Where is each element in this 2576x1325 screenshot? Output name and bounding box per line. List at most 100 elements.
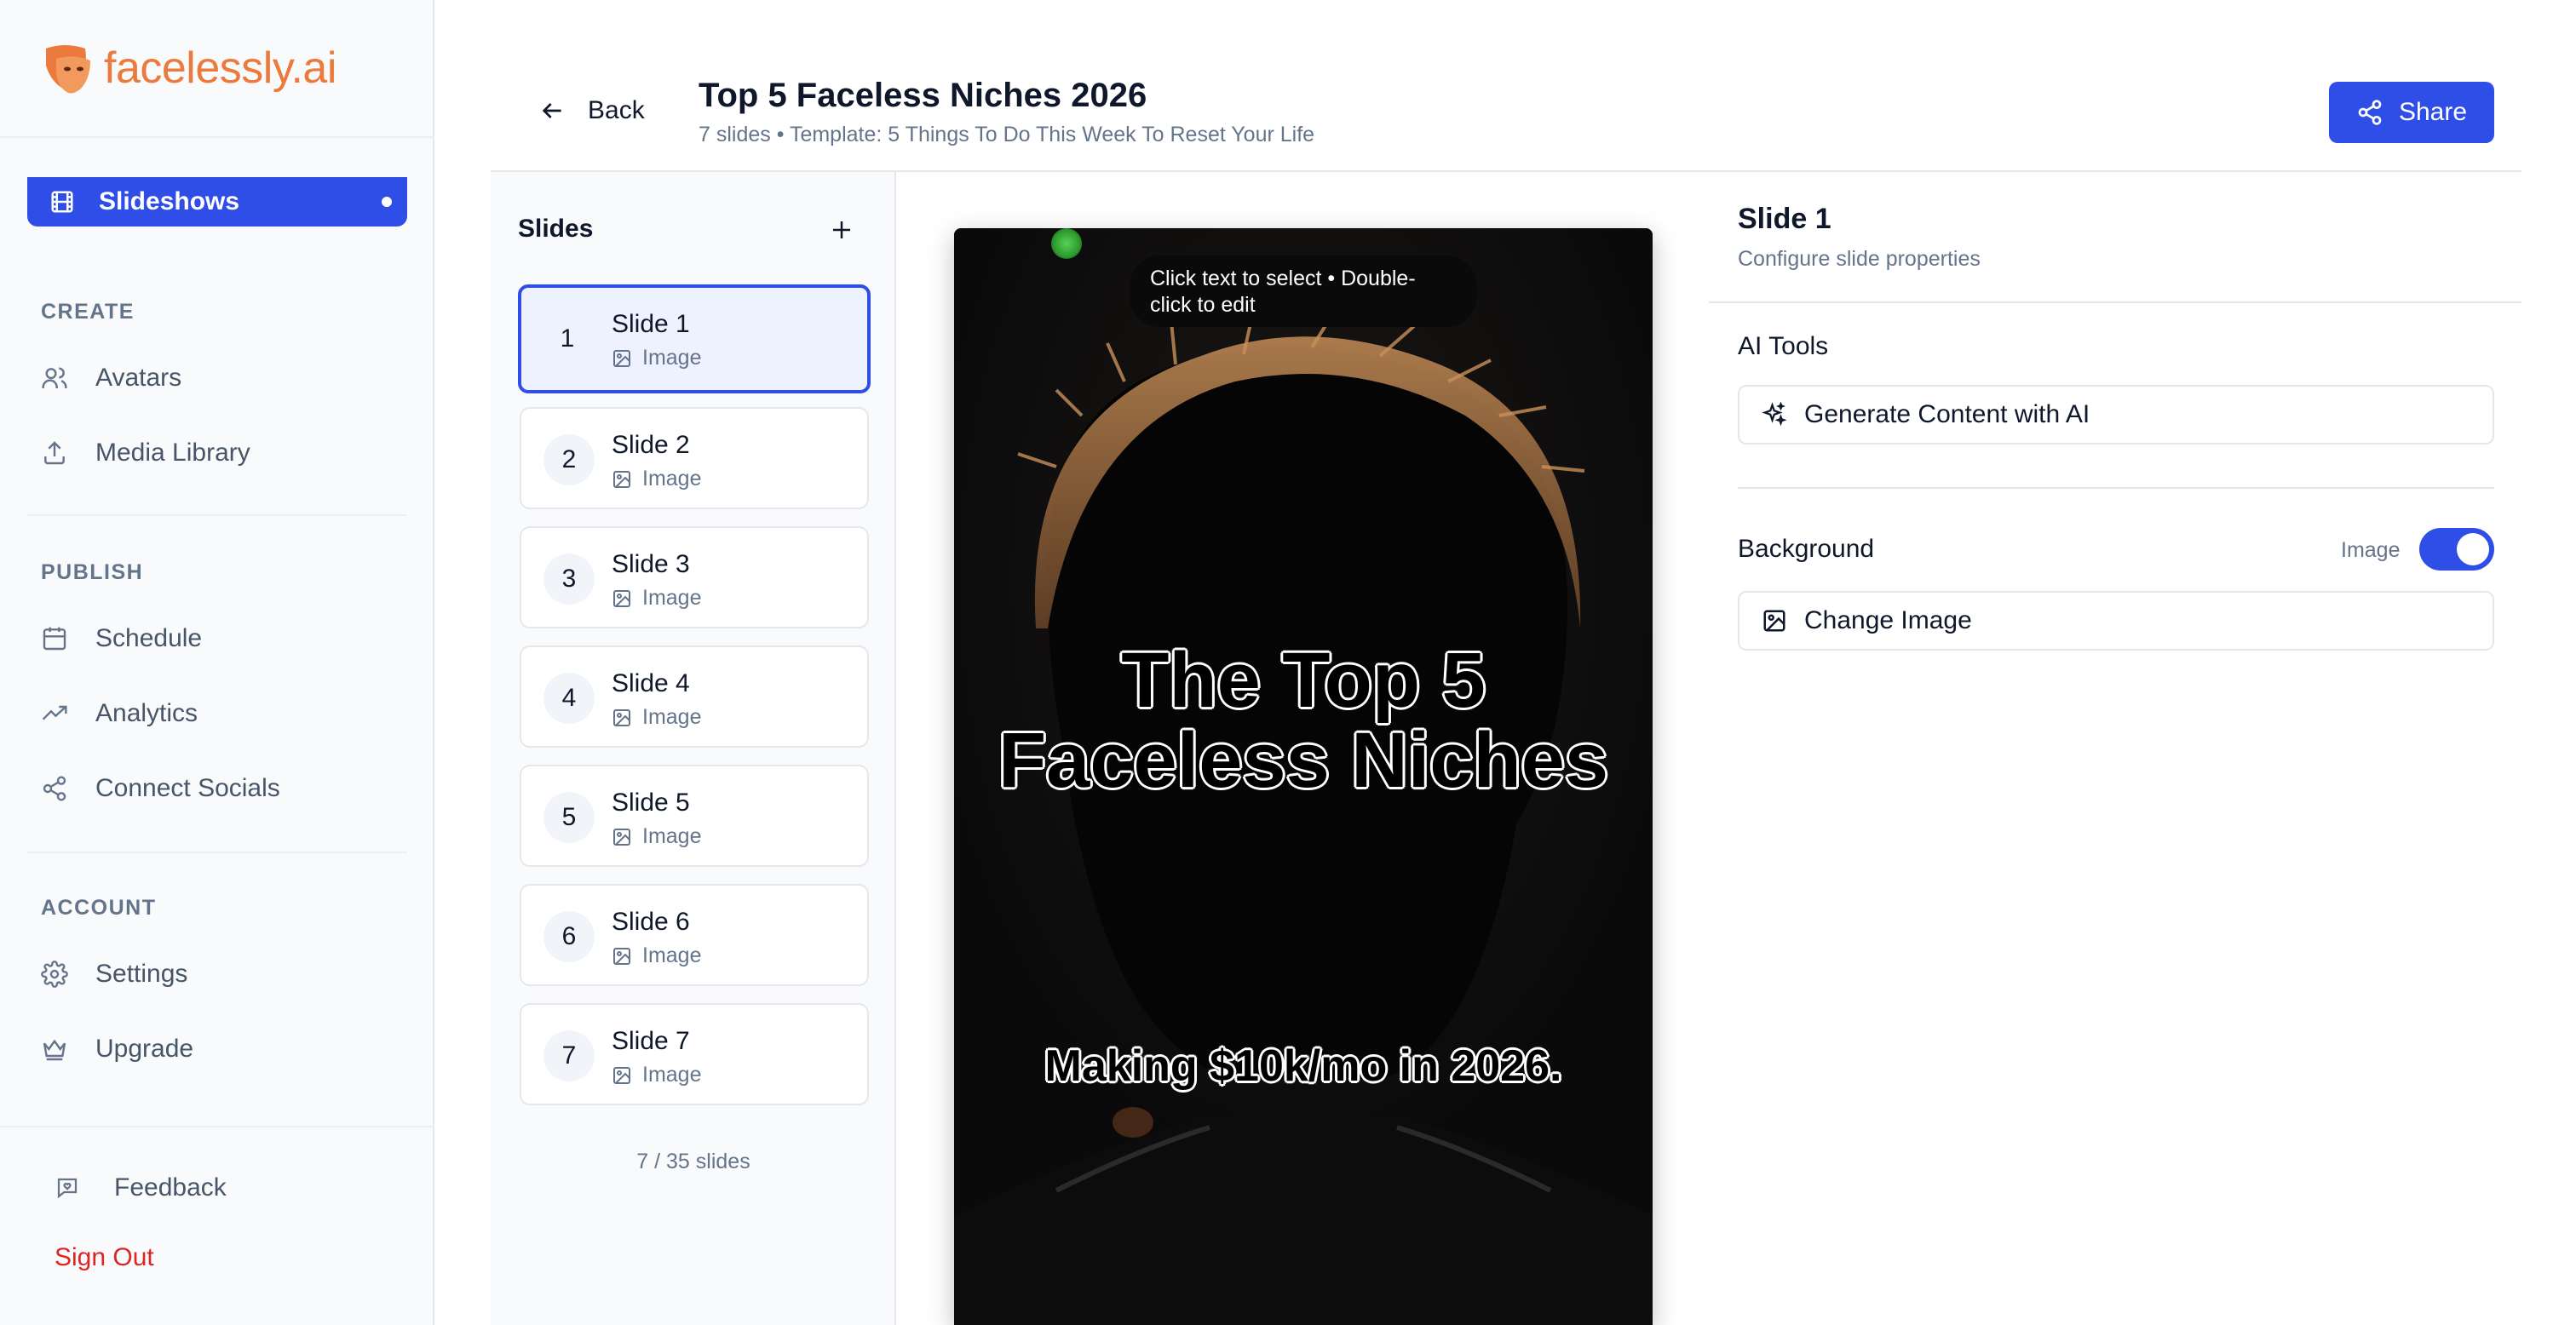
image-icon <box>1763 610 1785 632</box>
slide-type-label: Image <box>642 1063 702 1087</box>
section-title-create: CREATE <box>41 300 135 324</box>
sidebar-item-slideshows[interactable]: Slideshows <box>27 177 407 227</box>
image-icon <box>613 708 630 726</box>
trending-up-icon <box>42 705 67 720</box>
feedback-label: Feedback <box>114 1173 227 1202</box>
slide-name: Slide 4 <box>612 669 690 697</box>
slide-type: Image <box>612 586 701 611</box>
slide-number: 3 <box>543 554 595 605</box>
generate-content-button[interactable]: Generate Content with AI <box>1738 385 2494 445</box>
slide-number: 5 <box>543 792 595 843</box>
change-image-label: Change Image <box>1804 606 1972 634</box>
slide-name: Slide 6 <box>612 908 690 936</box>
edit-hint-tooltip: Click text to select • Double-click to e… <box>1130 255 1477 327</box>
background-image-toggle[interactable] <box>2419 528 2494 571</box>
properties-panel: Slide 1 Configure slide properties AI To… <box>1709 172 2521 1325</box>
sidebar-item-label: Slideshows <box>99 187 240 215</box>
slide-card-5[interactable]: 5 Slide 5 Image <box>520 765 869 867</box>
back-label: Back <box>588 96 645 124</box>
upload-icon <box>44 441 65 465</box>
slide-type-label: Image <box>642 705 702 729</box>
sidebar-item-label: Analytics <box>95 699 198 727</box>
properties-divider <box>1709 301 2521 303</box>
sidebar-divider <box>0 136 434 138</box>
image-icon <box>613 589 630 607</box>
slide-type-label: Image <box>642 944 702 967</box>
slide-name: Slide 1 <box>612 310 690 338</box>
image-icon <box>613 470 630 488</box>
users-icon <box>42 367 67 388</box>
section-title-publish: PUBLISH <box>41 560 144 584</box>
arrow-left-icon <box>542 103 561 118</box>
slide-card-4[interactable]: 4 Slide 4 Image <box>520 645 869 748</box>
slides-count: 7 / 35 slides <box>636 1150 750 1173</box>
sidebar-item-label: Upgrade <box>95 1035 194 1063</box>
slide-card-7[interactable]: 7 Slide 7 Image <box>520 1003 869 1105</box>
sidebar-item-analytics[interactable]: Analytics <box>41 688 198 739</box>
slide-number: 7 <box>543 1030 595 1081</box>
sidebar-item-label: Connect Socials <box>95 774 280 802</box>
slide-card-6[interactable]: 6 Slide 6 Image <box>520 884 869 986</box>
crown-icon <box>43 1039 66 1061</box>
sidebar-item-connect-socials[interactable]: Connect Socials <box>41 763 280 814</box>
feedback-button[interactable]: Feedback <box>55 1162 227 1213</box>
sidebar-item-avatars[interactable]: Avatars <box>41 353 181 404</box>
mask-logo-icon <box>46 45 90 94</box>
properties-title: Slide 1 <box>1738 203 1831 235</box>
change-image-button[interactable]: Change Image <box>1738 591 2494 651</box>
ai-tools-label: AI Tools <box>1738 332 1829 360</box>
slide-preview[interactable]: Click text to select • Double-click to e… <box>954 228 1653 1325</box>
slide-number: 6 <box>543 911 595 962</box>
properties-divider <box>1738 487 2494 489</box>
slide-type-label: Image <box>642 346 702 370</box>
calendar-icon <box>43 627 66 651</box>
sidebar-divider <box>0 1126 434 1127</box>
slide-number: 1 <box>560 324 575 353</box>
share-icon <box>43 776 66 801</box>
sidebar-item-upgrade[interactable]: Upgrade <box>41 1024 193 1075</box>
page-title: Top 5 Faceless Niches 2026 <box>699 77 1147 114</box>
slide-card-2[interactable]: 2 Slide 2 Image <box>520 407 869 509</box>
slide-type: Image <box>612 944 701 968</box>
properties-subtitle: Configure slide properties <box>1738 247 1981 271</box>
sign-out-button[interactable]: Sign Out <box>55 1243 154 1272</box>
sidebar-divider <box>27 514 407 516</box>
slide-subline-text[interactable]: Making $10k/mo in 2026. <box>954 1042 1653 1090</box>
active-indicator-dot <box>382 197 392 207</box>
slide-card-1[interactable]: 1 Slide 1 Image <box>518 284 871 393</box>
slide-number: 2 <box>543 434 595 485</box>
image-icon <box>613 828 630 846</box>
sidebar-item-settings[interactable]: Settings <box>41 949 187 1000</box>
slide-type-label: Image <box>642 467 702 490</box>
image-icon <box>613 349 630 367</box>
image-icon <box>613 947 630 965</box>
brand-logo[interactable]: facelessly.ai <box>39 37 336 99</box>
sidebar-item-label: Avatars <box>95 364 182 392</box>
slide-canvas-area: Click text to select • Double-click to e… <box>896 172 1709 1325</box>
slide-type: Image <box>612 346 701 370</box>
slide-type: Image <box>612 467 701 491</box>
slide-type-label: Image <box>642 824 702 848</box>
slide-card-3[interactable]: 3 Slide 3 Image <box>520 526 869 628</box>
selection-handle-dot[interactable] <box>1051 228 1082 259</box>
slide-headline-text[interactable]: The Top 5 Faceless Niches <box>954 640 1653 800</box>
film-icon <box>51 191 73 213</box>
share-button[interactable]: Share <box>2329 82 2494 143</box>
page-subtitle: 7 slides • Template: 5 Things To Do This… <box>699 123 1315 146</box>
background-label: Background <box>1738 535 1875 563</box>
plus-icon <box>833 221 850 238</box>
slide-name: Slide 7 <box>612 1027 690 1055</box>
add-slide-button[interactable] <box>818 206 865 254</box>
slide-name: Slide 3 <box>612 550 690 578</box>
generate-content-label: Generate Content with AI <box>1804 400 2090 428</box>
brand-name: facelessly.ai <box>104 43 336 93</box>
sidebar-item-label: Schedule <box>95 624 203 652</box>
sidebar-item-schedule[interactable]: Schedule <box>41 613 202 664</box>
section-title-account: ACCOUNT <box>41 896 157 920</box>
slide-type: Image <box>612 824 701 849</box>
sidebar-divider <box>27 852 407 853</box>
slide-name: Slide 2 <box>612 431 690 459</box>
toggle-knob <box>2457 533 2489 565</box>
back-button[interactable]: Back <box>538 87 645 135</box>
sidebar-item-media-library[interactable]: Media Library <box>41 427 250 479</box>
